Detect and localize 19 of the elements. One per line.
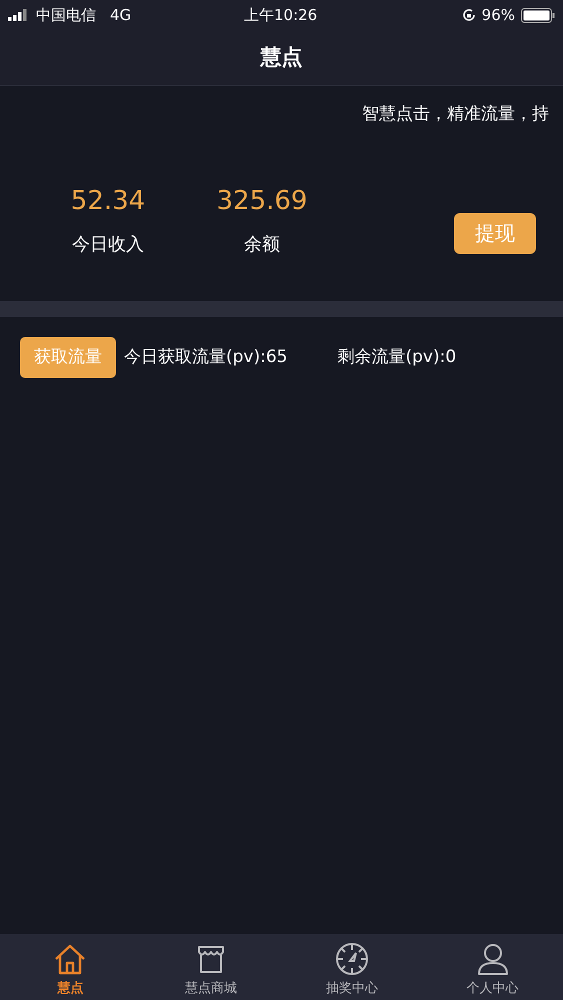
marquee-text: 智慧点击，精准流量，持 [362, 103, 550, 126]
time-text: 上午10:26 [244, 4, 318, 26]
carrier-text: 中国电信 [36, 4, 96, 26]
stat-value: 325.69 [216, 184, 308, 218]
tab-bar-item[interactable]: 个人中心 [422, 934, 563, 1000]
rotation-lock-icon [462, 8, 476, 22]
network-text: 4G [110, 4, 132, 26]
tab-bar-item[interactable]: 抽奖中心 [282, 934, 422, 1000]
tab-bar-item[interactable]: 慧点商城 [140, 934, 282, 1000]
stat-value: 52.34 [70, 184, 146, 218]
stat-label: 今日收入 [72, 232, 144, 256]
today-traffic-text: 今日获取流量(pv):65 [124, 346, 288, 369]
wheel-icon [334, 940, 370, 976]
remaining-traffic-text: 剩余流量(pv):0 [337, 346, 456, 369]
battery-text: 96% [482, 4, 515, 26]
page-title: 慧点 [260, 44, 302, 71]
stat-label: 余额 [244, 232, 280, 256]
tab-bar-item[interactable]: 慧点 [0, 934, 141, 1000]
battery-icon [521, 8, 555, 22]
